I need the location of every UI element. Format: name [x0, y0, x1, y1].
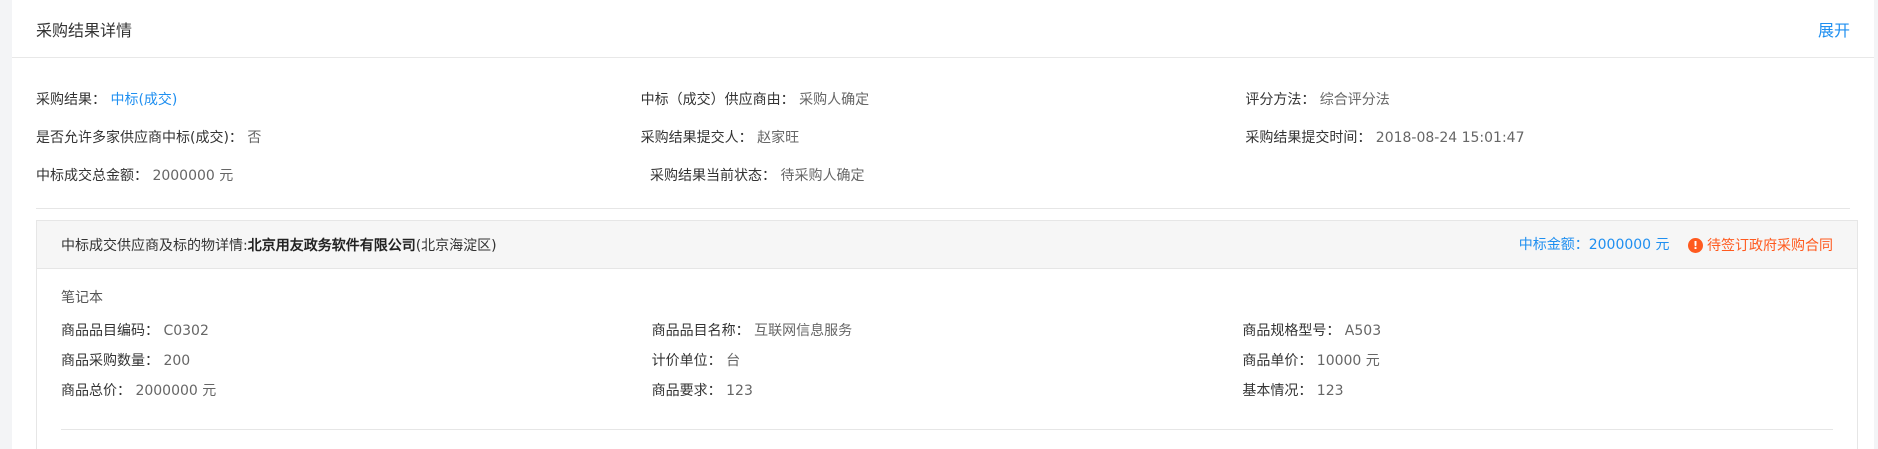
item-field: 基本情况： 123: [1242, 380, 1833, 400]
field-label: 采购结果提交时间：: [1245, 130, 1372, 146]
field-value: 否: [247, 130, 262, 146]
field-label: 采购结果：: [36, 92, 106, 108]
field-label: 计价单位：: [651, 353, 722, 369]
field-label: 评分方法：: [1245, 92, 1316, 108]
field-label: 商品要求：: [651, 383, 722, 399]
item-row: 商品品目编码： C0302 商品品目名称： 互联网信息服务 商品规格型号： A5…: [61, 315, 1833, 345]
status-text: 待签订政府采购合同: [1707, 238, 1833, 255]
field-label: 商品品目编码：: [61, 323, 159, 339]
info-field: 中标（成交）供应商由： 采购人确定: [641, 89, 1246, 109]
award-amount: 中标金额：2000000 元: [1518, 236, 1670, 253]
expand-link[interactable]: 展开: [1818, 17, 1850, 41]
field-value: 台: [726, 353, 741, 369]
item-row: 商品总价： 2000000 元 商品要求： 123 基本情况： 123: [61, 375, 1833, 405]
field-label: 基本情况：: [1242, 383, 1313, 399]
item-field: 商品品目编码： C0302: [61, 320, 652, 340]
contract-status: ! 待签订政府采购合同: [1688, 235, 1833, 255]
item-row: 商品采购数量： 200 计价单位： 台 商品单价： 10000 元: [61, 345, 1833, 375]
supplier-panel: 中标成交供应商及标的物详情:北京用友政务软件有限公司(北京海淀区) 中标金额：2…: [36, 220, 1858, 449]
supplier-summary: 中标金额：2000000 元 ! 待签订政府采购合同: [1519, 234, 1833, 256]
info-field: 中标成交总金额： 2000000 元: [36, 165, 650, 185]
field-value: 互联网信息服务: [754, 323, 853, 339]
item-field: 计价单位： 台: [652, 350, 1243, 370]
item-field: 商品品目名称： 互联网信息服务: [652, 320, 1243, 340]
field-value: 综合评分法: [1319, 92, 1390, 108]
field-label: 商品规格型号：: [1242, 323, 1341, 339]
field-label: 商品品目名称：: [651, 323, 750, 339]
info-field: 采购结果： 中标(成交): [36, 89, 641, 109]
field-value: 2000000 元: [152, 168, 234, 184]
divider: [36, 208, 1850, 209]
supplier-prefix: 中标成交供应商及标的物详情:: [61, 237, 248, 254]
item-field: 商品采购数量： 200: [61, 350, 652, 370]
item-details: 笔记本 商品品目编码： C0302 商品品目名称： 互联网信息服务 商品规格型号…: [37, 269, 1857, 430]
item-field: 商品总价： 2000000 元: [61, 380, 652, 400]
field-value: 赵家旺: [757, 130, 800, 146]
info-field: 评分方法： 综合评分法: [1245, 89, 1850, 109]
field-label: 采购结果当前状态：: [650, 168, 776, 184]
item-field: 商品规格型号： A503: [1242, 320, 1833, 340]
supplier-name: 北京用友政务软件有限公司: [247, 237, 416, 254]
field-value: 2018-08-24 15:01:47: [1375, 130, 1525, 146]
divider: [61, 429, 1833, 430]
info-field: 采购结果当前状态： 待采购人确定: [650, 165, 1264, 185]
supplier-title: 中标成交供应商及标的物详情:北京用友政务软件有限公司(北京海淀区): [61, 235, 497, 255]
field-value: 200: [163, 353, 191, 369]
item-field: 商品单价： 10000 元: [1242, 350, 1833, 370]
supplier-header: 中标成交供应商及标的物详情:北京用友政务软件有限公司(北京海淀区) 中标金额：2…: [37, 221, 1857, 269]
field-label: 是否允许多家供应商中标(成交)：: [36, 130, 243, 146]
field-value: 采购人确定: [799, 92, 870, 108]
field-label: 商品单价：: [1242, 353, 1313, 369]
field-value: 123: [726, 383, 753, 399]
field-value: 待采购人确定: [780, 168, 865, 184]
supplier-region: (北京海淀区): [415, 237, 497, 254]
field-value: A503: [1344, 323, 1382, 339]
warning-icon: !: [1688, 237, 1703, 253]
item-name: 笔记本: [61, 290, 103, 306]
info-row: 是否允许多家供应商中标(成交)： 否 采购结果提交人： 赵家旺 采购结果提交时间…: [36, 118, 1850, 156]
result-value-link[interactable]: 中标(成交): [110, 92, 177, 108]
item-field: 商品要求： 123: [652, 380, 1243, 400]
info-row: 中标成交总金额： 2000000 元 采购结果当前状态： 待采购人确定: [36, 156, 1850, 194]
field-label: 中标成交总金额：: [36, 168, 148, 184]
field-value: C0302: [163, 323, 209, 339]
info-field: 采购结果提交人： 赵家旺: [641, 127, 1246, 147]
field-value: 10000 元: [1316, 353, 1380, 369]
field-label: 商品总价：: [61, 383, 131, 399]
field-value: 2000000 元: [135, 383, 217, 399]
card-header: 采购结果详情 展开: [12, 0, 1874, 58]
info-field: 是否允许多家供应商中标(成交)： 否: [36, 127, 641, 147]
field-label: 中标（成交）供应商由：: [640, 92, 795, 108]
info-field: 采购结果提交时间： 2018-08-24 15:01:47: [1245, 127, 1850, 147]
result-info: 采购结果： 中标(成交) 中标（成交）供应商由： 采购人确定 评分方法： 综合评…: [12, 58, 1874, 194]
result-detail-card: 采购结果详情 展开 采购结果： 中标(成交) 中标（成交）供应商由： 采购人确定…: [12, 0, 1874, 449]
info-row: 采购结果： 中标(成交) 中标（成交）供应商由： 采购人确定 评分方法： 综合评…: [36, 80, 1850, 118]
field-value: 123: [1316, 383, 1344, 399]
page-title: 采购结果详情: [36, 20, 133, 40]
field-label: 商品采购数量：: [61, 353, 159, 369]
field-label: 采购结果提交人：: [640, 130, 753, 146]
